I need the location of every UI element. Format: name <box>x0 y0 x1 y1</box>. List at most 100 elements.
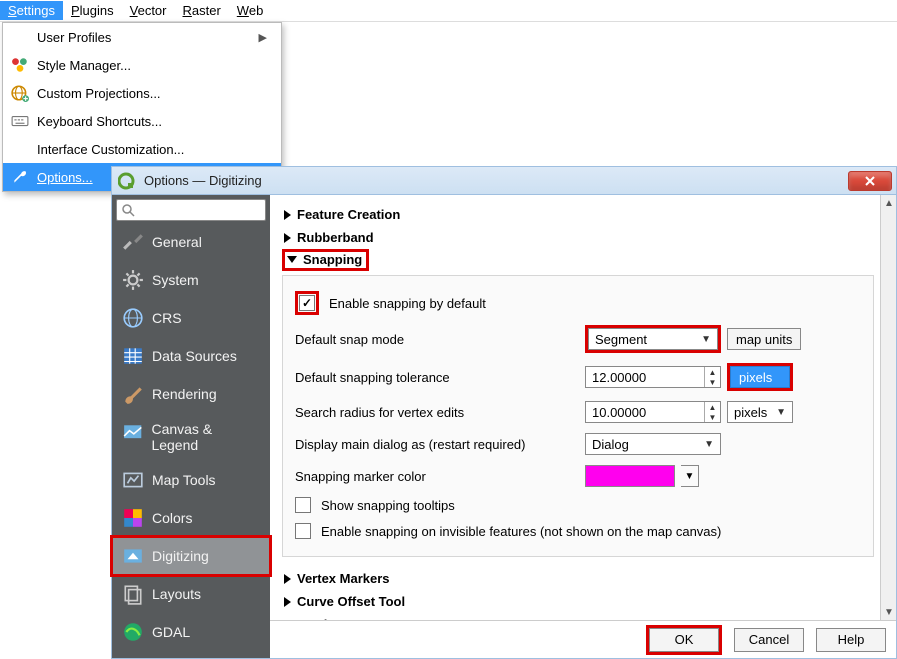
search-icon <box>121 203 135 217</box>
spin-up-icon[interactable]: ▲ <box>705 402 720 412</box>
search-radius-unit-select[interactable]: pixels▼ <box>727 401 793 423</box>
show-tooltips-label: Show snapping tooltips <box>321 498 455 513</box>
marker-color-button[interactable] <box>585 465 675 487</box>
menu-settings[interactable]: Settings <box>0 1 63 20</box>
enable-snapping-label: Enable snapping by default <box>329 296 486 311</box>
caret-down-icon: ▼ <box>704 439 714 450</box>
expand-right-icon <box>284 233 291 243</box>
marker-color-label: Snapping marker color <box>295 469 575 484</box>
unit-pixels-button[interactable]: pixels <box>730 366 790 388</box>
menu-item-label: User Profiles <box>37 30 251 45</box>
snap-mode-select[interactable]: Segment▼ <box>588 328 718 350</box>
spin-down-icon[interactable]: ▼ <box>705 412 720 422</box>
expand-right-icon <box>284 597 291 607</box>
cancel-button[interactable]: Cancel <box>734 628 804 652</box>
dialog-button-bar: OK Cancel Help <box>270 620 896 658</box>
help-button[interactable]: Help <box>816 628 886 652</box>
scroll-down-icon[interactable]: ▼ <box>881 604 897 620</box>
menubar: Settings Plugins Vector Raster Web <box>0 0 897 22</box>
tolerance-spinner[interactable]: 12.00000▲▼ <box>585 366 721 388</box>
section-label: Curve Offset Tool <box>297 594 405 609</box>
close-button[interactable] <box>848 171 892 191</box>
titlebar[interactable]: Options — Digitizing <box>112 167 896 195</box>
spin-up-icon[interactable]: ▲ <box>705 367 720 377</box>
display-dialog-label: Display main dialog as (restart required… <box>295 437 575 452</box>
sidebar-item-rendering[interactable]: Rendering <box>112 375 270 413</box>
options-search-input[interactable] <box>116 199 266 221</box>
search-radius-spinner[interactable]: 10.00000▲▼ <box>585 401 721 423</box>
sidebar-item-label: CRS <box>152 310 182 326</box>
section-snapping[interactable]: Snapping <box>287 252 362 267</box>
menu-item-interface-customization[interactable]: Interface Customization... <box>3 135 281 163</box>
sidebar-item-crs[interactable]: CRS <box>112 299 270 337</box>
sidebar-item-digitizing[interactable]: Digitizing <box>112 537 270 575</box>
sidebar-item-label: GDAL <box>152 624 190 640</box>
select-value: pixels <box>734 405 767 420</box>
submenu-arrow-icon: ▶ <box>259 31 267 44</box>
sidebar-item-label: Layouts <box>152 586 201 602</box>
section-vertex-markers[interactable]: Vertex Markers <box>282 567 874 590</box>
sidebar-item-colors[interactable]: Colors <box>112 499 270 537</box>
display-dialog-select[interactable]: Dialog▼ <box>585 433 721 455</box>
highlight-annotation: pixels <box>727 363 793 391</box>
options-dialog: Options — Digitizing General System CRS … <box>111 166 897 659</box>
menu-plugins[interactable]: Plugins <box>63 1 122 20</box>
section-feature-creation[interactable]: Feature Creation <box>282 203 874 226</box>
menu-item-label: Interface Customization... <box>37 142 267 157</box>
sidebar-item-label: Data Sources <box>152 348 237 364</box>
sidebar-item-label: Map Tools <box>152 472 216 488</box>
tools-icon <box>122 231 144 253</box>
keyboard-icon <box>11 112 29 130</box>
unit-map-units-button[interactable]: map units <box>727 328 801 350</box>
sidebar-item-label: Rendering <box>152 386 217 402</box>
menu-item-label: Keyboard Shortcuts... <box>37 114 267 129</box>
menu-item-custom-projections[interactable]: Custom Projections... <box>3 79 281 107</box>
map-tools-icon <box>122 469 144 491</box>
select-value: Segment <box>595 332 647 347</box>
highlight-annotation: Snapping <box>282 249 369 271</box>
spinner-value: 12.00000 <box>586 370 704 385</box>
wrench-icon <box>11 168 29 186</box>
section-label: Rubberband <box>297 230 374 245</box>
spinner-value: 10.00000 <box>586 405 704 420</box>
menu-vector[interactable]: Vector <box>122 1 175 20</box>
menu-item-keyboard-shortcuts[interactable]: Keyboard Shortcuts... <box>3 107 281 135</box>
menu-item-user-profiles[interactable]: User Profiles ▶ <box>3 23 281 51</box>
section-tracing[interactable]: Tracing <box>282 613 874 620</box>
vertical-scrollbar[interactable]: ▲ ▼ <box>880 195 896 620</box>
layouts-icon <box>122 583 144 605</box>
enable-invisible-checkbox[interactable] <box>295 523 311 539</box>
blank-icon <box>11 28 29 46</box>
scroll-up-icon[interactable]: ▲ <box>881 195 897 211</box>
qgis-icon <box>118 172 136 190</box>
sidebar-item-label: System <box>152 272 199 288</box>
sidebar-item-system[interactable]: System <box>112 261 270 299</box>
menu-raster[interactable]: Raster <box>175 1 229 20</box>
globe-plus-icon <box>11 84 29 102</box>
show-tooltips-checkbox[interactable] <box>295 497 311 513</box>
sidebar-item-data-sources[interactable]: Data Sources <box>112 337 270 375</box>
menu-web[interactable]: Web <box>229 1 272 20</box>
menu-item-style-manager[interactable]: Style Manager... <box>3 51 281 79</box>
sidebar-item-general[interactable]: General <box>112 223 270 261</box>
blank-icon <box>11 140 29 158</box>
sidebar-item-canvas-legend[interactable]: Canvas & Legend <box>112 413 270 461</box>
ok-button[interactable]: OK <box>649 628 719 652</box>
sidebar-item-map-tools[interactable]: Map Tools <box>112 461 270 499</box>
menu-item-label: Custom Projections... <box>37 86 267 101</box>
brush-icon <box>122 383 144 405</box>
sidebar-item-label: General <box>152 234 202 250</box>
tolerance-label: Default snapping tolerance <box>295 370 575 385</box>
highlight-annotation: Segment▼ <box>585 325 721 353</box>
expand-right-icon <box>284 574 291 584</box>
highlight-annotation: OK <box>646 625 722 655</box>
sidebar-item-layouts[interactable]: Layouts <box>112 575 270 613</box>
sidebar-item-gdal[interactable]: GDAL <box>112 613 270 651</box>
enable-snapping-checkbox[interactable]: ✓ <box>299 295 315 311</box>
section-rubberband[interactable]: Rubberband <box>282 226 874 249</box>
spin-down-icon[interactable]: ▼ <box>705 377 720 387</box>
marker-color-dropdown[interactable]: ▼ <box>681 465 699 487</box>
section-label: Feature Creation <box>297 207 400 222</box>
section-curve-offset[interactable]: Curve Offset Tool <box>282 590 874 613</box>
snapping-group: ✓ Enable snapping by default Default sna… <box>282 275 874 557</box>
